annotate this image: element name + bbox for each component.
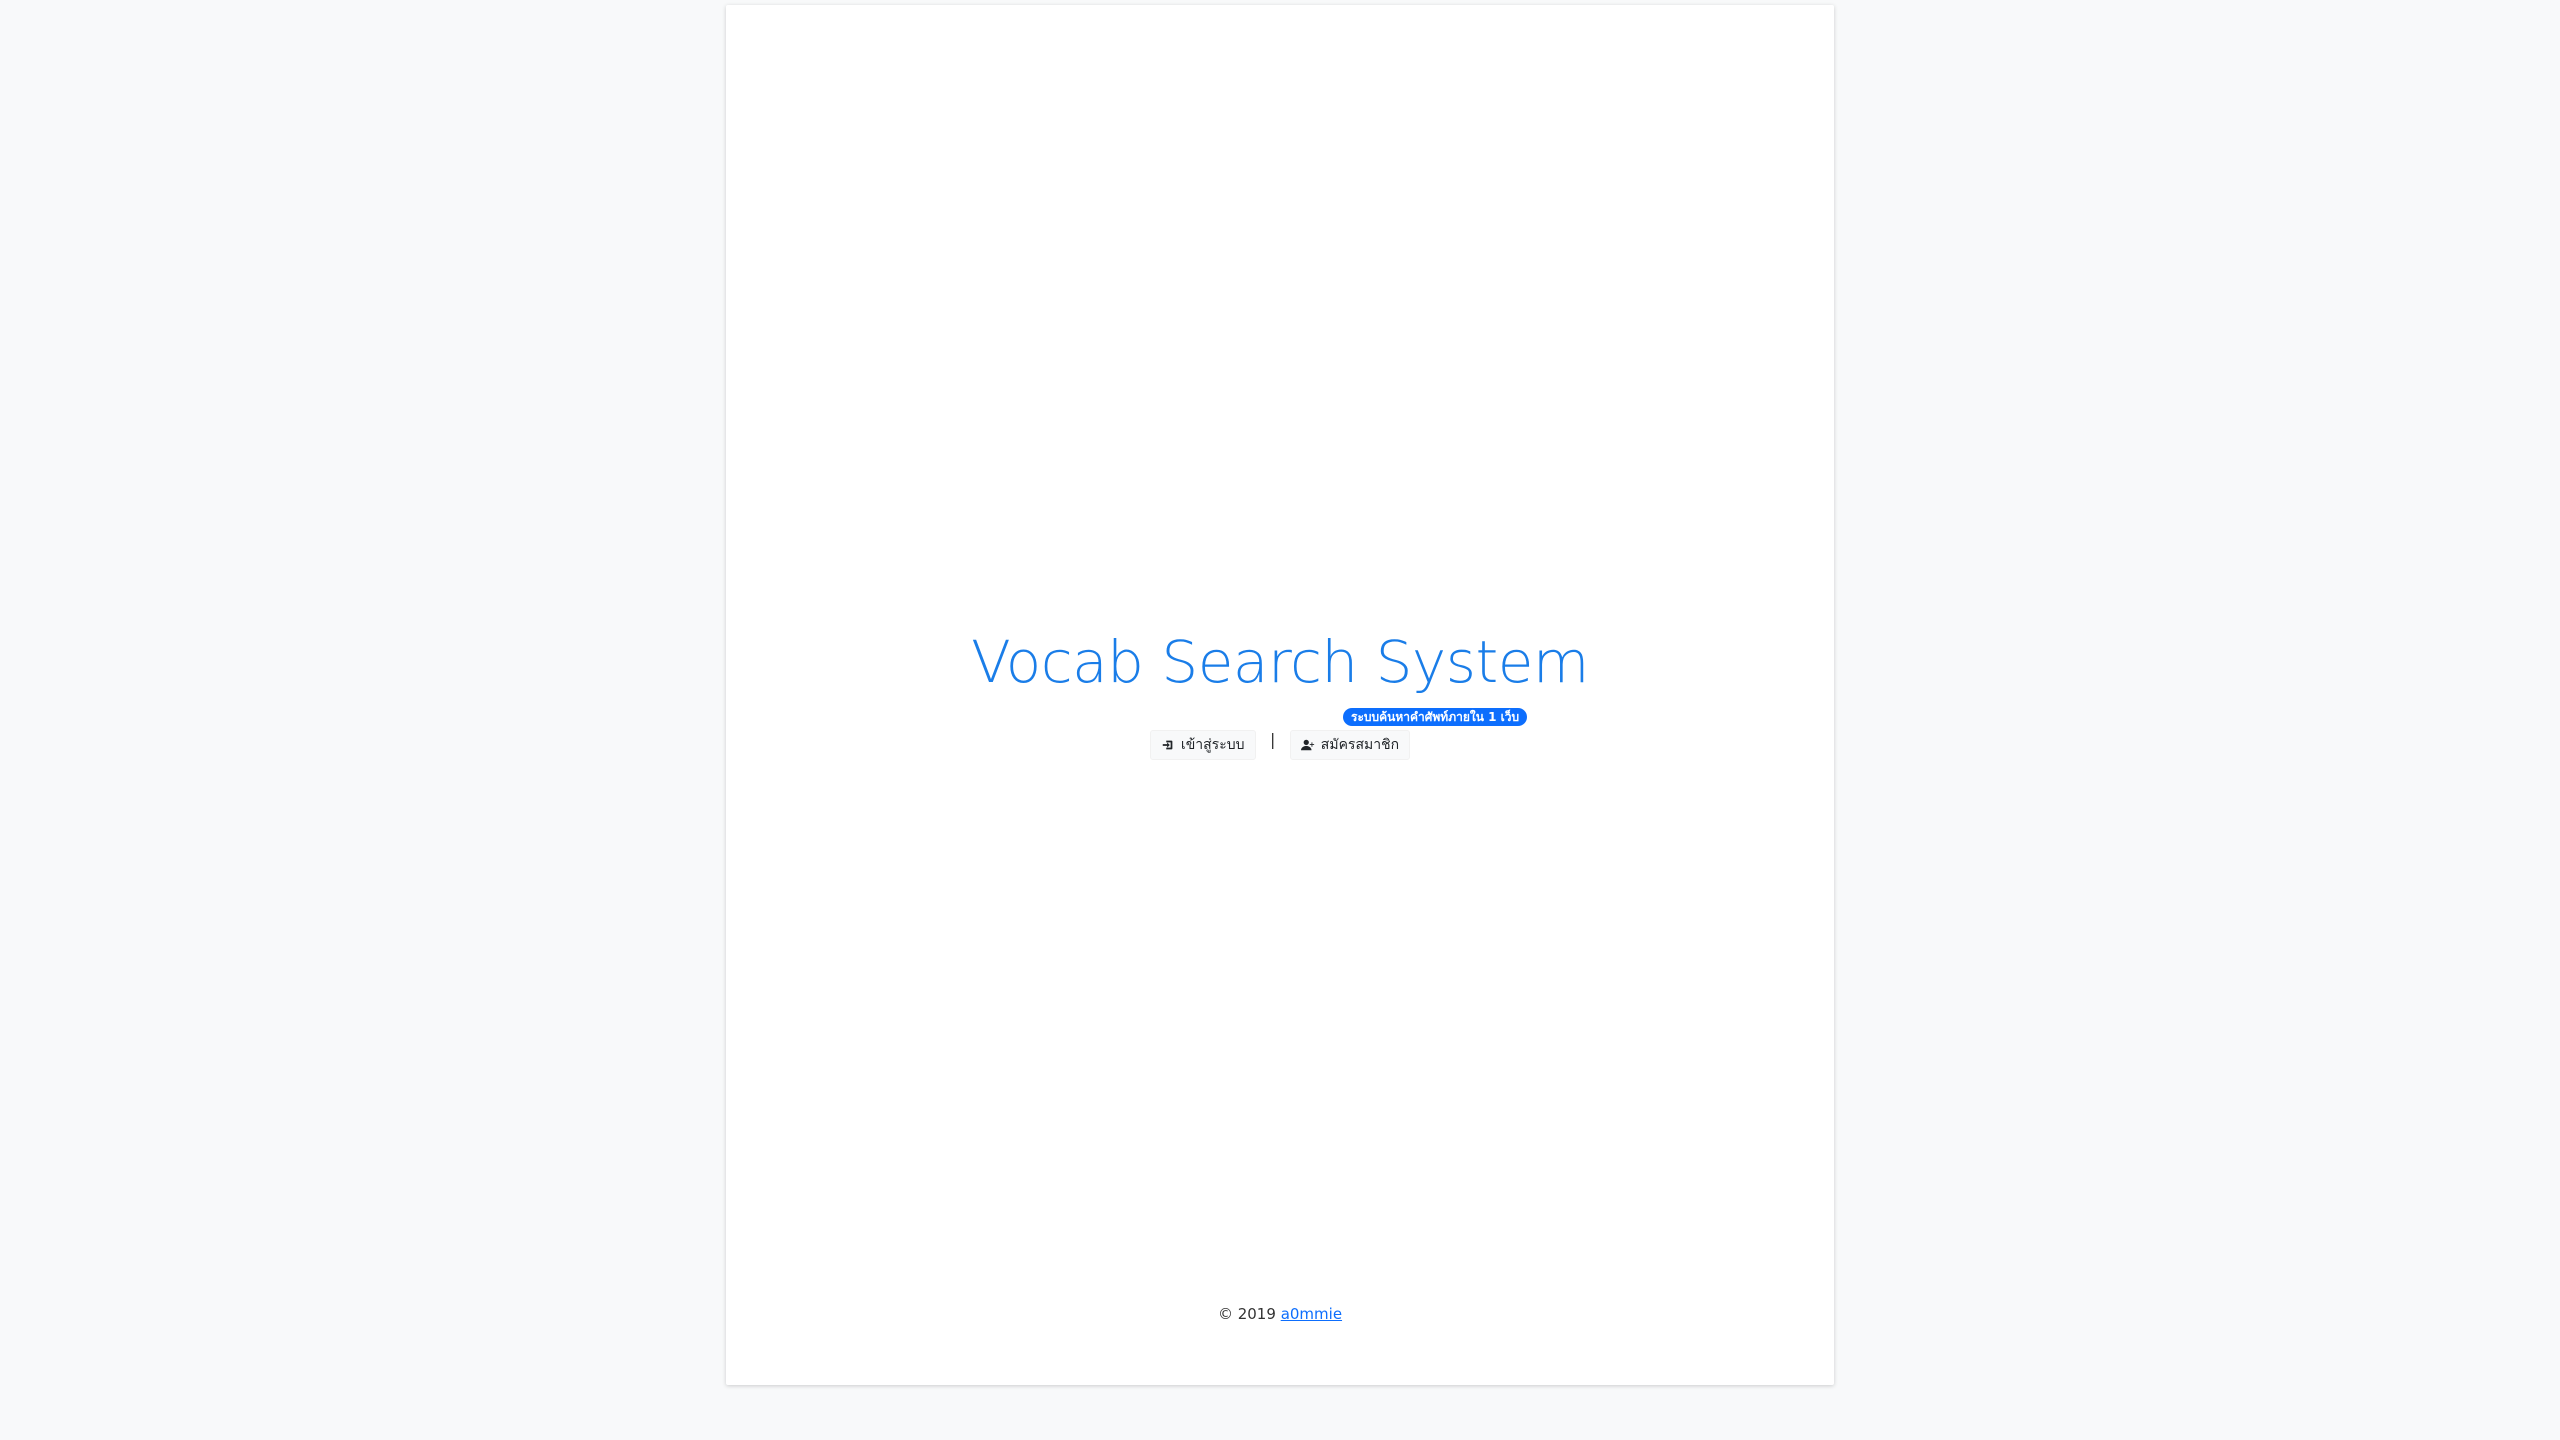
- auth-actions: เข้าสู่ระบบ | สมัครสมาชิก: [726, 730, 1834, 760]
- sign-in-icon: [1162, 740, 1173, 750]
- footer: © 2019 a0mmie: [726, 1305, 1834, 1323]
- copyright-text: © 2019: [1217, 1305, 1276, 1323]
- main-card: Vocab Search System ระบบค้นหาคำศัพท์ภายใ…: [726, 5, 1834, 1385]
- tagline-row: ระบบค้นหาคำศัพท์ภายใน 1 เว็บ: [1343, 706, 1528, 726]
- login-label: เข้าสู่ระบบ: [1180, 737, 1245, 753]
- tagline-badge: ระบบค้นหาคำศัพท์ภายใน 1 เว็บ: [1343, 708, 1528, 726]
- author-link[interactable]: a0mmie: [1281, 1305, 1342, 1323]
- register-label: สมัครสมาชิก: [1320, 737, 1400, 753]
- action-separator: |: [1269, 730, 1276, 749]
- login-button[interactable]: เข้าสู่ระบบ: [1149, 730, 1256, 760]
- register-button[interactable]: สมัครสมาชิก: [1289, 730, 1411, 760]
- hero-section: Vocab Search System ระบบค้นหาคำศัพท์ภายใ…: [726, 620, 1834, 760]
- user-plus-icon: [1300, 739, 1314, 751]
- page-title: Vocab Search System: [971, 628, 1589, 696]
